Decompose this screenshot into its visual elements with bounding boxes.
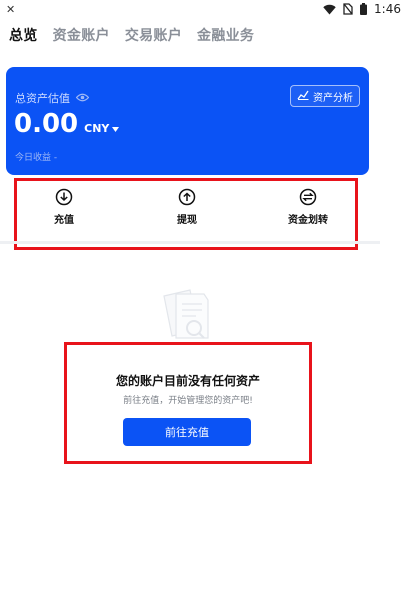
wifi-icon	[323, 4, 336, 15]
caret-down-icon	[112, 122, 120, 135]
deposit-label: 充值	[54, 215, 74, 226]
tab-overview[interactable]: 总览	[9, 25, 38, 45]
eye-icon[interactable]	[75, 92, 90, 105]
empty-state: 您的账户目前没有任何资产 前往充值，开始管理您的资产吧! 前往充值	[64, 342, 312, 464]
currency-selector[interactable]: CNY	[84, 122, 120, 135]
tab-trading-account[interactable]: 交易账户	[125, 25, 182, 45]
asset-label-row: 总资产估值	[15, 90, 90, 106]
withdraw-label: 提现	[177, 215, 197, 226]
asset-card: 总资产估值 0.00 CNY 今日收益 - 资产分析	[6, 67, 369, 175]
chart-icon	[297, 90, 309, 103]
asset-value: 0.00	[14, 109, 79, 139]
currency-label: CNY	[84, 122, 110, 135]
deposit-icon	[55, 188, 73, 206]
no-sim-icon	[343, 3, 353, 15]
withdraw-icon	[178, 188, 196, 206]
transfer-icon	[299, 188, 317, 206]
empty-state-subtitle: 前往充值，开始管理您的资产吧!	[123, 396, 253, 406]
asset-label: 总资产估值	[15, 92, 70, 105]
section-divider	[0, 241, 380, 244]
clock: 1:46	[374, 2, 401, 16]
tab-financial-services[interactable]: 金融业务	[197, 25, 254, 45]
debug-icon: ✕	[6, 3, 16, 16]
status-bar: ✕ 1:46	[0, 0, 411, 20]
empty-state-title: 您的账户目前没有任何资产	[115, 374, 260, 388]
tab-funding-account[interactable]: 资金账户	[53, 25, 110, 45]
withdraw-action[interactable]: 提现	[152, 188, 222, 226]
transfer-label: 资金划转	[288, 215, 328, 226]
transfer-action[interactable]: 资金划转	[273, 188, 343, 226]
top-tabs: 总览 资金账户 交易账户 金融业务	[9, 25, 254, 45]
status-icons: 1:46	[323, 2, 401, 16]
today-value: -	[53, 153, 58, 163]
today-earnings: 今日收益 -	[15, 150, 57, 163]
today-label: 今日收益	[15, 153, 52, 163]
asset-analysis-button[interactable]: 资产分析	[290, 85, 360, 107]
go-deposit-button[interactable]: 前往充值	[123, 418, 251, 446]
battery-icon	[360, 3, 368, 15]
empty-document-icon	[150, 286, 222, 346]
asset-analysis-label: 资产分析	[313, 92, 353, 104]
deposit-action[interactable]: 充值	[29, 188, 99, 226]
asset-value-row: 0.00 CNY	[14, 109, 120, 139]
